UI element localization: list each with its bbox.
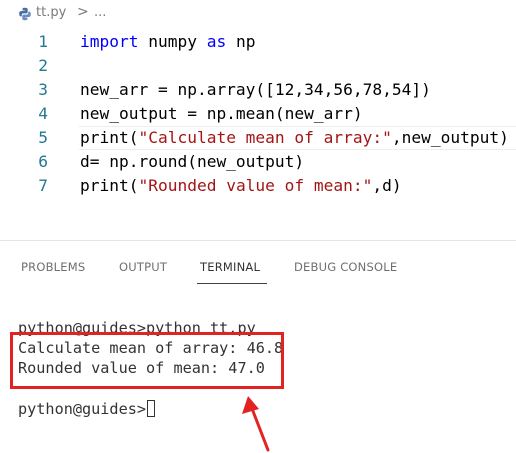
- output-highlight-box: [10, 332, 284, 389]
- line-number: 1: [38, 32, 48, 51]
- breadcrumb: tt.py > ...: [0, 0, 516, 28]
- code-text: print("Calculate mean of array:",new_out…: [80, 126, 509, 150]
- code-token: np: [226, 32, 256, 51]
- code-token: print(: [80, 128, 139, 147]
- code-text: import numpy as np: [80, 30, 255, 54]
- line-number: 2: [38, 56, 48, 75]
- code-token: new_arr = np.array([12,34,56,78,54]): [80, 80, 431, 99]
- tab-debug-console[interactable]: DEBUG CONSOLE: [294, 260, 397, 274]
- code-string: "Calculate mean of array:": [138, 128, 392, 147]
- tab-problems[interactable]: PROBLEMS: [21, 260, 85, 274]
- code-token: new_output = np.mean(new_arr): [80, 104, 363, 123]
- code-text: print("Rounded value of mean:",d): [80, 174, 402, 198]
- line-number: 3: [38, 80, 48, 99]
- code-token: d= np.round(new_output): [80, 152, 305, 171]
- code-string: "Rounded value of mean:": [138, 176, 373, 195]
- terminal-prompt: python@guides>: [18, 400, 147, 418]
- code-token: print(: [80, 176, 139, 195]
- code-line[interactable]: 5 print("Calculate mean of array:",new_ou…: [0, 126, 516, 150]
- active-tab-indicator: [197, 283, 267, 284]
- code-token: numpy: [138, 32, 207, 51]
- code-line[interactable]: 2: [0, 54, 516, 78]
- code-text: d= np.round(new_output): [80, 150, 304, 174]
- breadcrumb-ellipsis[interactable]: ...: [94, 5, 106, 20]
- tab-terminal[interactable]: TERMINAL: [200, 260, 260, 274]
- line-number: 6: [38, 152, 48, 171]
- python-file-icon: [19, 7, 31, 21]
- panel-divider: [0, 240, 516, 241]
- code-line[interactable]: 7 print("Rounded value of mean:",d): [0, 174, 516, 198]
- code-line[interactable]: 6 d= np.round(new_output): [0, 150, 516, 174]
- terminal-cursor: [147, 400, 156, 417]
- code-line[interactable]: 4 new_output = np.mean(new_arr): [0, 102, 516, 126]
- breadcrumb-file[interactable]: tt.py: [36, 5, 66, 20]
- line-number: 5: [38, 128, 48, 147]
- code-line[interactable]: 1 import numpy as np: [0, 30, 516, 54]
- code-line[interactable]: 3 new_arr = np.array([12,34,56,78,54]): [0, 78, 516, 102]
- tab-output[interactable]: OUTPUT: [119, 260, 167, 274]
- code-token: ,d): [372, 176, 402, 195]
- code-text: new_arr = np.array([12,34,56,78,54]): [80, 78, 431, 102]
- panel-tabs: PROBLEMS OUTPUT TERMINAL DEBUG CONSOLE: [0, 244, 516, 288]
- code-editor[interactable]: 1 import numpy as np 2 3 new_arr = np.array(…: [0, 26, 516, 216]
- terminal-prompt-line: python@guides>: [18, 399, 156, 419]
- breadcrumb-separator: >: [77, 4, 89, 20]
- code-token: ,new_output): [391, 128, 509, 147]
- code-keyword: import: [80, 32, 139, 51]
- line-number: 7: [38, 176, 48, 195]
- line-number: 4: [38, 104, 48, 123]
- code-text: new_output = np.mean(new_arr): [80, 102, 363, 126]
- code-keyword: as: [206, 32, 227, 51]
- red-arrow-icon: [242, 396, 270, 452]
